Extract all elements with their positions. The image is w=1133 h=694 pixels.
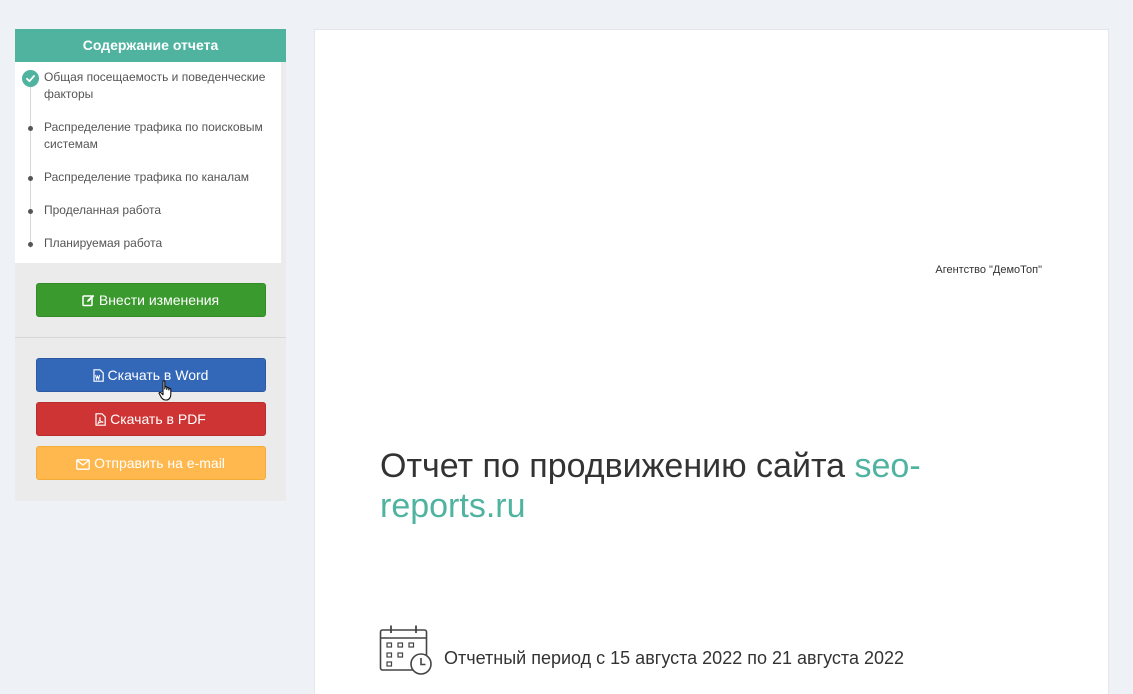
toc-item-label: Проделанная работа (44, 203, 162, 217)
edit-button-label: Внести изменения (98, 292, 220, 308)
toc-item-work-done[interactable]: Проделанная работа (15, 202, 281, 219)
email-button-label: Отправить на e-mail (94, 455, 225, 471)
toc-item-label: Общая посещаемость и поведенческие факто… (44, 70, 266, 101)
file-word-icon (92, 361, 104, 394)
toc-timeline (30, 78, 31, 248)
toc-item-search-engines[interactable]: Распределение трафика по поисковым систе… (15, 119, 281, 153)
report-title-text: Отчет по продвижению сайта (380, 447, 855, 485)
toc-list: Общая посещаемость и поведенческие факто… (15, 62, 281, 263)
report-page: Агентство "ДемоТоп" Отчет по продвижению… (314, 29, 1109, 694)
toc-item-channels[interactable]: Распределение трафика по каналам (15, 169, 281, 186)
toc-item-label: Планируемая работа (44, 236, 163, 250)
bullet-icon (28, 126, 33, 131)
pdf-button-label: Скачать в PDF (110, 411, 206, 427)
edit-report-button[interactable]: Внести изменения (35, 283, 266, 319)
check-icon (22, 70, 39, 87)
toc-title: Содержание отчета (15, 29, 286, 62)
report-sidebar: Содержание отчета Общая посещаемость и п… (15, 29, 286, 501)
calendar-clock-icon (379, 624, 433, 681)
file-pdf-icon (95, 405, 106, 438)
edit-icon (82, 286, 95, 319)
toc-item-traffic[interactable]: Общая посещаемость и поведенческие факто… (15, 69, 281, 103)
toc-item-label: Распределение трафика по поисковым систе… (44, 120, 263, 151)
edit-section: Внести изменения (15, 263, 286, 338)
bullet-icon (28, 242, 33, 247)
agency-name: Агентство "ДемоТоп" (935, 264, 1042, 276)
download-pdf-button[interactable]: Скачать в PDF (35, 402, 266, 438)
envelope-icon (76, 449, 90, 482)
report-title: Отчет по продвижению сайта seo-reports.r… (380, 446, 1020, 526)
toc-item-label: Распределение трафика по каналам (44, 170, 250, 184)
download-word-button[interactable]: Скачать в Word (35, 358, 266, 394)
hand-cursor-icon (158, 380, 174, 407)
toc-item-planned-work[interactable]: Планируемая работа (15, 235, 281, 252)
bullet-icon (28, 176, 33, 181)
period-text: Отчетный период с 15 августа 2022 по 21 … (444, 648, 905, 668)
export-section: Скачать в Word Скачать в PDF Отправить н… (15, 338, 286, 480)
bullet-icon (28, 209, 33, 214)
send-email-button[interactable]: Отправить на e-mail (35, 446, 266, 482)
